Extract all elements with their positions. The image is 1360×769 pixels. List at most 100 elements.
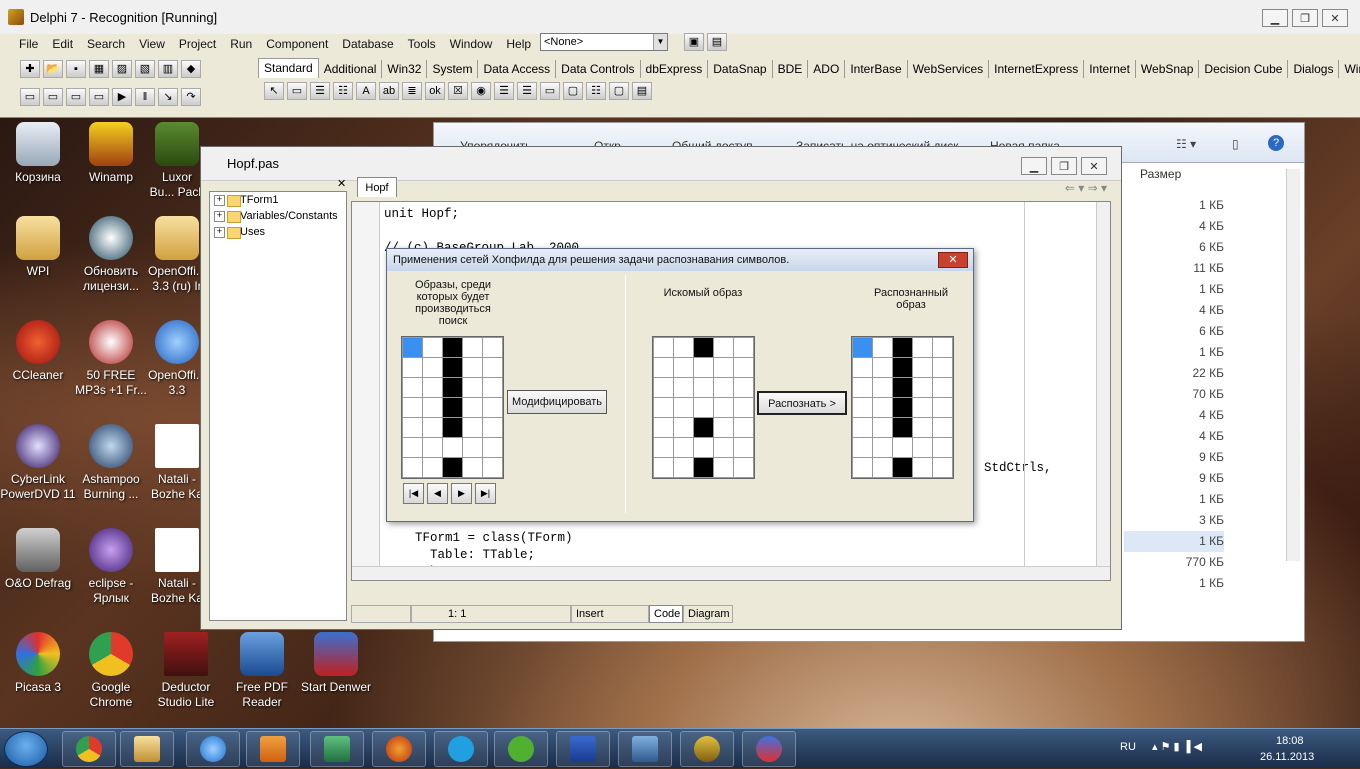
menu-project[interactable]: Project bbox=[172, 37, 223, 51]
toggle-icon[interactable]: ▭ bbox=[66, 88, 86, 106]
grid-cell[interactable] bbox=[714, 338, 733, 357]
grid-cell[interactable] bbox=[873, 438, 892, 457]
maximize-button[interactable]: ❐ bbox=[1292, 9, 1318, 27]
clock-date[interactable]: 26.11.2013 bbox=[1260, 751, 1314, 763]
grid-cell[interactable] bbox=[893, 438, 912, 457]
menu-tools[interactable]: Tools bbox=[401, 37, 443, 51]
taskbar-firefox[interactable] bbox=[372, 731, 426, 767]
grid-cell[interactable] bbox=[403, 458, 422, 477]
grid-cell[interactable] bbox=[403, 358, 422, 377]
taskbar-utorrent[interactable] bbox=[494, 731, 548, 767]
grid-cell[interactable] bbox=[853, 438, 872, 457]
grid-cell[interactable] bbox=[483, 398, 502, 417]
new-icon[interactable]: ✚ bbox=[20, 60, 40, 78]
grid-cell[interactable] bbox=[483, 418, 502, 437]
clock-time[interactable]: 18:08 bbox=[1276, 735, 1304, 747]
navigate-arrows-icon[interactable]: ⇐ ▾ ⇒ ▾ bbox=[1065, 181, 1107, 195]
grid-cell[interactable] bbox=[913, 358, 932, 377]
start-button[interactable] bbox=[4, 731, 48, 767]
tree-item-variables[interactable]: Variables/Constants bbox=[210, 208, 346, 224]
taskbar-recognition[interactable] bbox=[742, 731, 796, 767]
desktop-icon-powerdvd[interactable]: CyberLink PowerDVD 11 bbox=[0, 424, 76, 502]
grid-cell[interactable] bbox=[443, 378, 462, 397]
taskbar-photos[interactable] bbox=[618, 731, 672, 767]
palette-tab-ado[interactable]: ADO bbox=[808, 60, 846, 78]
grid-cell[interactable] bbox=[893, 398, 912, 417]
preview-pane-icon[interactable]: ▯ bbox=[1232, 137, 1239, 151]
combobox-icon[interactable]: ☰ bbox=[517, 82, 537, 100]
taskbar-word[interactable] bbox=[556, 731, 610, 767]
modify-button[interactable]: Модифицировать bbox=[507, 390, 607, 414]
grid-cell[interactable] bbox=[714, 378, 733, 397]
grid-cell[interactable] bbox=[674, 418, 693, 437]
grid-cell[interactable] bbox=[933, 458, 952, 477]
grid-cell[interactable] bbox=[933, 398, 952, 417]
pause-icon[interactable]: ‖ bbox=[135, 88, 155, 106]
tray-icons[interactable]: ▴ ⚑ ▮ ▐ ◀ bbox=[1152, 740, 1202, 753]
palette-tab-internetexpress[interactable]: InternetExpress bbox=[989, 60, 1085, 78]
palette-tab-dialogs[interactable]: Dialogs bbox=[1288, 60, 1340, 78]
grid-cell[interactable] bbox=[853, 338, 872, 357]
add-file-icon[interactable]: ▧ bbox=[135, 60, 155, 78]
chevron-down-icon[interactable]: ▼ bbox=[653, 34, 667, 50]
grid-cell[interactable] bbox=[933, 438, 952, 457]
menu-search[interactable]: Search bbox=[80, 37, 132, 51]
save-all-icon[interactable]: ▦ bbox=[89, 60, 109, 78]
grid-cell[interactable] bbox=[734, 438, 753, 457]
desktop-icon-recycle-bin[interactable]: Корзина bbox=[0, 122, 76, 185]
menu-database[interactable]: Database bbox=[335, 37, 400, 51]
menu-view[interactable]: View bbox=[132, 37, 172, 51]
radiobutton-icon[interactable]: ◉ bbox=[471, 82, 491, 100]
palette-tab-data-access[interactable]: Data Access bbox=[478, 60, 557, 78]
grid-cell[interactable] bbox=[423, 418, 442, 437]
grid-cell[interactable] bbox=[403, 438, 422, 457]
explorer-scrollbar[interactable] bbox=[1286, 169, 1300, 561]
grid-cell[interactable] bbox=[933, 378, 952, 397]
grid-cell[interactable] bbox=[933, 418, 952, 437]
recognized-grid[interactable] bbox=[851, 336, 954, 479]
grid-cell[interactable] bbox=[483, 378, 502, 397]
grid-cell[interactable] bbox=[714, 438, 733, 457]
grid-cell[interactable] bbox=[674, 438, 693, 457]
grid-cell[interactable] bbox=[853, 358, 872, 377]
desktop-icon-eclipse[interactable]: eclipse - Ярлык bbox=[73, 528, 149, 606]
palette-tab-win32[interactable]: Win32 bbox=[382, 60, 428, 78]
grid-cell[interactable] bbox=[423, 458, 442, 477]
grid-cell[interactable] bbox=[913, 378, 932, 397]
grid-cell[interactable] bbox=[443, 398, 462, 417]
tree-item-tform1[interactable]: TForm1 bbox=[210, 192, 346, 208]
palette-tab-decision-cube[interactable]: Decision Cube bbox=[1199, 60, 1289, 78]
grid-cell[interactable] bbox=[873, 458, 892, 477]
debug-layout-icon[interactable]: ▤ bbox=[707, 33, 727, 51]
listbox-icon[interactable]: ☰ bbox=[494, 82, 514, 100]
grid-cell[interactable] bbox=[654, 398, 673, 417]
size-column-header[interactable]: Размер bbox=[1140, 167, 1181, 181]
radiogroup-icon[interactable]: ☷ bbox=[586, 82, 606, 100]
tab-diagram[interactable]: Diagram bbox=[683, 605, 733, 623]
vertical-scrollbar[interactable] bbox=[1096, 202, 1110, 580]
checkbox-icon[interactable]: ☒ bbox=[448, 82, 468, 100]
menu-run[interactable]: Run bbox=[223, 37, 259, 51]
grid-cell[interactable] bbox=[873, 418, 892, 437]
grid-cell[interactable] bbox=[893, 338, 912, 357]
grid-cell[interactable] bbox=[734, 338, 753, 357]
close-icon[interactable]: ✕ bbox=[938, 252, 968, 268]
grid-cell[interactable] bbox=[654, 438, 673, 457]
taskbar-delphi[interactable] bbox=[680, 731, 734, 767]
grid-cell[interactable] bbox=[734, 378, 753, 397]
grid-cell[interactable] bbox=[873, 378, 892, 397]
palette-tab-data-controls[interactable]: Data Controls bbox=[556, 60, 641, 78]
desktop-icon-natali-1[interactable]: Natali - Bozhe Ka bbox=[148, 424, 206, 502]
grid-cell[interactable] bbox=[463, 398, 482, 417]
open-project-icon[interactable]: ▨ bbox=[112, 60, 132, 78]
grid-cell[interactable] bbox=[873, 398, 892, 417]
grid-cell[interactable] bbox=[734, 418, 753, 437]
grid-cell[interactable] bbox=[443, 358, 462, 377]
grid-cell[interactable] bbox=[913, 418, 932, 437]
grid-cell[interactable] bbox=[893, 378, 912, 397]
grid-cell[interactable] bbox=[853, 458, 872, 477]
tab-code[interactable]: Code bbox=[649, 605, 683, 623]
grid-cell[interactable] bbox=[734, 398, 753, 417]
grid-cell[interactable] bbox=[933, 358, 952, 377]
view-unit-icon[interactable]: ▭ bbox=[20, 88, 40, 106]
